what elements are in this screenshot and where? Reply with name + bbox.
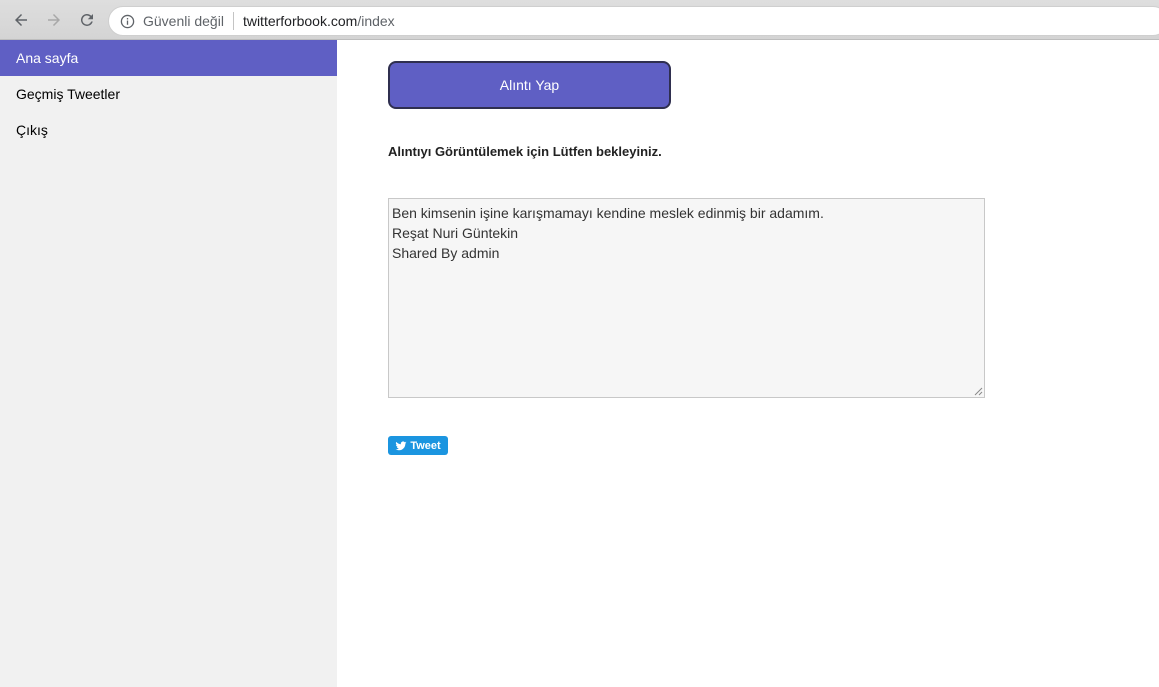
sidebar: Ana sayfa Geçmiş Tweetler Çıkış bbox=[0, 40, 337, 687]
main-content: Alıntı Yap Alıntıyı Görüntülemek için Lü… bbox=[337, 40, 1159, 687]
tweet-button-label: Tweet bbox=[410, 439, 441, 452]
url-host: twitterforbook.com bbox=[242, 13, 358, 29]
address-bar[interactable]: Güvenli değil twitterforbook.com/index bbox=[108, 6, 1159, 36]
url-path: /index bbox=[357, 13, 395, 29]
omnibox-divider bbox=[232, 12, 234, 30]
tweet-button[interactable]: Tweet bbox=[388, 436, 448, 455]
back-icon[interactable] bbox=[10, 9, 32, 31]
sidebar-item-logout[interactable]: Çıkış bbox=[0, 112, 337, 148]
security-label[interactable]: Güvenli değil bbox=[143, 13, 224, 29]
sidebar-item-past-tweets[interactable]: Geçmiş Tweetler bbox=[0, 76, 337, 112]
quote-button[interactable]: Alıntı Yap bbox=[388, 61, 671, 109]
forward-icon[interactable] bbox=[43, 9, 65, 31]
wait-message: Alıntıyı Görüntülemek için Lütfen bekley… bbox=[388, 144, 662, 159]
resize-grip-icon[interactable] bbox=[974, 387, 983, 396]
browser-toolbar: Güvenli değil twitterforbook.com/index bbox=[0, 0, 1159, 40]
quote-text: Ben kimsenin işine karışmamayı kendine m… bbox=[392, 205, 824, 221]
sidebar-item-home[interactable]: Ana sayfa bbox=[0, 40, 337, 76]
quote-shared-by: Shared By admin bbox=[392, 245, 500, 261]
info-icon[interactable] bbox=[119, 13, 135, 29]
url-text[interactable]: twitterforbook.com/index bbox=[243, 13, 395, 29]
reload-icon[interactable] bbox=[76, 9, 98, 31]
twitter-bird-icon bbox=[395, 440, 407, 450]
quote-textarea[interactable]: Ben kimsenin işine karışmamayı kendine m… bbox=[388, 198, 985, 398]
quote-author: Reşat Nuri Güntekin bbox=[392, 225, 519, 241]
